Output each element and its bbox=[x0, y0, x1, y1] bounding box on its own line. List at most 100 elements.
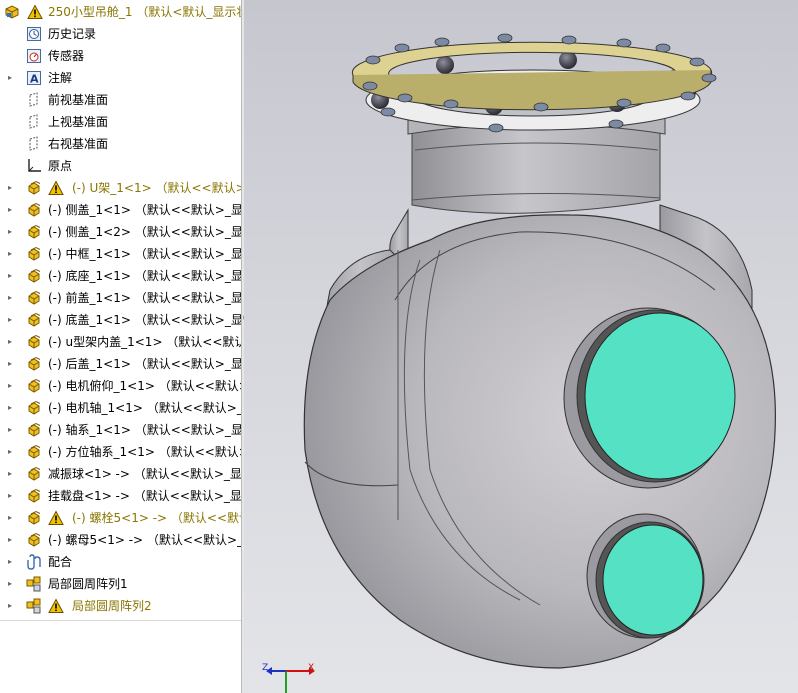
expand-arrow-icon[interactable]: ▸ bbox=[6, 199, 14, 221]
expand-arrow-icon[interactable]: ▸ bbox=[6, 507, 14, 529]
mate-icon bbox=[26, 554, 42, 570]
expand-arrow-icon[interactable]: ▸ bbox=[6, 309, 14, 331]
pattern-icon bbox=[26, 576, 42, 592]
tree-item-label: (-) 底座_1<1> （默认<<默认>_显示 bbox=[48, 269, 241, 283]
tree-item-label: (-) 螺栓5<1> -> （默认<<默认>_显 bbox=[72, 511, 241, 525]
tree-item-circular-pattern-2[interactable]: ▸ 局部圆周阵列2 bbox=[0, 595, 241, 617]
warning-icon bbox=[27, 4, 43, 20]
tree-item-label: 注解 bbox=[48, 71, 73, 85]
tree-item-label: 局部圆周阵列1 bbox=[48, 577, 128, 591]
tree-item-right-plane[interactable]: 右视基准面 bbox=[0, 133, 241, 155]
tree-item-label: (-) 电机俯仰_1<1> （默认<<默认>_显 bbox=[48, 379, 241, 393]
part-icon bbox=[26, 510, 42, 526]
part-icon bbox=[26, 488, 42, 504]
expand-arrow-icon[interactable]: ▸ bbox=[6, 221, 14, 243]
tree-item-label: (-) 方位轴系_1<1> （默认<<默认>_显 bbox=[48, 445, 241, 459]
expand-arrow-icon[interactable]: ▸ bbox=[6, 419, 14, 441]
expand-arrow-icon[interactable]: ▸ bbox=[6, 287, 14, 309]
tree-item-label: 前视基准面 bbox=[48, 93, 109, 107]
sensor-icon bbox=[26, 48, 42, 64]
tree-item-front-cover[interactable]: ▸ (-) 前盖_1<1> （默认<<默认>_显示 bbox=[0, 287, 241, 309]
tree-item-label: (-) 轴系_1<1> （默认<<默认>_显示 bbox=[48, 423, 241, 437]
expand-arrow-icon[interactable]: ▸ bbox=[6, 353, 14, 375]
tree-item-label: 局部圆周阵列2 bbox=[72, 599, 152, 613]
tree-item-annotations[interactable]: ▸ A 注解 bbox=[0, 67, 241, 89]
expand-arrow-icon[interactable]: ▸ bbox=[6, 331, 14, 353]
plane-icon bbox=[26, 92, 42, 108]
part-icon bbox=[26, 422, 42, 438]
part-icon bbox=[26, 202, 42, 218]
tree-item-mount-plate[interactable]: ▸ 挂载盘<1> -> （默认<<默认>_显示 bbox=[0, 485, 241, 507]
history-icon bbox=[26, 26, 42, 42]
tree-item-front-plane[interactable]: 前视基准面 bbox=[0, 89, 241, 111]
tree-item-u-inner-cover[interactable]: ▸ (-) u型架内盖_1<1> （默认<<默认> bbox=[0, 331, 241, 353]
tree-item-side-cover-1[interactable]: ▸ (-) 侧盖_1<1> （默认<<默认>_显示 bbox=[0, 199, 241, 221]
tree-item-label: 挂载盘<1> -> （默认<<默认>_显示 bbox=[48, 489, 241, 503]
tree-item-azimuth-shaft[interactable]: ▸ (-) 方位轴系_1<1> （默认<<默认>_显 bbox=[0, 441, 241, 463]
part-icon bbox=[26, 268, 42, 284]
plane-icon bbox=[26, 136, 42, 152]
expand-arrow-icon[interactable]: ▸ bbox=[6, 177, 14, 199]
expand-arrow-icon[interactable]: ▸ bbox=[6, 375, 14, 397]
annotation-icon: A bbox=[26, 70, 42, 86]
part-icon bbox=[26, 466, 42, 482]
tree-item-top-plane[interactable]: 上视基准面 bbox=[0, 111, 241, 133]
tree-item-label: 传感器 bbox=[48, 49, 85, 63]
part-icon bbox=[26, 312, 42, 328]
tree-item-label: 250小型吊舱_1 （默认<默认_显示状 bbox=[48, 5, 241, 19]
tree-item-base[interactable]: ▸ (-) 底座_1<1> （默认<<默认>_显示 bbox=[0, 265, 241, 287]
tree-item-history[interactable]: 历史记录 bbox=[0, 23, 241, 45]
part-icon bbox=[26, 224, 42, 240]
expand-arrow-icon[interactable]: ▸ bbox=[6, 485, 14, 507]
part-icon bbox=[26, 356, 42, 372]
svg-text:A: A bbox=[30, 73, 39, 86]
tree-item-origin[interactable]: 原点 bbox=[0, 155, 241, 177]
graphics-viewport[interactable]: X Z bbox=[244, 0, 798, 693]
part-icon bbox=[26, 290, 42, 306]
origin-icon bbox=[26, 158, 42, 174]
tree-item-sensors[interactable]: 传感器 bbox=[0, 45, 241, 67]
tree-item-label: 配合 bbox=[48, 555, 73, 569]
tree-item-side-cover-2[interactable]: ▸ (-) 侧盖_1<2> （默认<<默认>_显示 bbox=[0, 221, 241, 243]
triad-z-label: Z bbox=[262, 663, 269, 673]
tree-item-mid-frame[interactable]: ▸ (-) 中框_1<1> （默认<<默认>_显示 bbox=[0, 243, 241, 265]
expand-arrow-icon[interactable]: ▸ bbox=[6, 463, 14, 485]
tree-item-shaft-system[interactable]: ▸ (-) 轴系_1<1> （默认<<默认>_显示 bbox=[0, 419, 241, 441]
expand-arrow-icon[interactable]: ▸ bbox=[6, 441, 14, 463]
tree-item-label: (-) 前盖_1<1> （默认<<默认>_显示 bbox=[48, 291, 241, 305]
part-icon bbox=[26, 444, 42, 460]
expand-arrow-icon[interactable]: ▸ bbox=[6, 265, 14, 287]
tree-item-label: 右视基准面 bbox=[48, 137, 109, 151]
tree-item-label: 上视基准面 bbox=[48, 115, 109, 129]
tree-item-bolt[interactable]: ▸ (-) 螺栓5<1> -> （默认<<默认>_显 bbox=[0, 507, 241, 529]
tree-item-rear-cover[interactable]: ▸ (-) 后盖_1<1> （默认<<默认>_显示 bbox=[0, 353, 241, 375]
expand-arrow-icon[interactable]: ▸ bbox=[6, 595, 14, 617]
tree-item-circular-pattern-1[interactable]: ▸ 局部圆周阵列1 bbox=[0, 573, 241, 595]
tree-item-root[interactable]: 250小型吊舱_1 （默认<默认_显示状 bbox=[0, 1, 241, 23]
tree-item-mates[interactable]: ▸ 配合 bbox=[0, 551, 241, 573]
model-view[interactable] bbox=[244, 0, 798, 693]
expand-arrow-icon[interactable]: ▸ bbox=[6, 529, 14, 551]
assembly-icon bbox=[4, 4, 20, 20]
tree-item-label: 历史记录 bbox=[48, 27, 97, 41]
main-lens bbox=[584, 312, 736, 480]
tree-item-damper-ball[interactable]: ▸ 减振球<1> -> （默认<<默认>_显示 bbox=[0, 463, 241, 485]
part-icon bbox=[26, 400, 42, 416]
tree-item-motor-pitch[interactable]: ▸ (-) 电机俯仰_1<1> （默认<<默认>_显 bbox=[0, 375, 241, 397]
tree-item-nut[interactable]: ▸ (-) 螺母5<1> -> （默认<<默认>_显示 bbox=[0, 529, 241, 551]
tree-bottom-divider bbox=[0, 620, 241, 621]
tree-item-motor-shaft[interactable]: ▸ (-) 电机轴_1<1> （默认<<默认>_显示 bbox=[0, 397, 241, 419]
expand-arrow-icon[interactable]: ▸ bbox=[6, 243, 14, 265]
tree-item-label: (-) 中框_1<1> （默认<<默认>_显示 bbox=[48, 247, 241, 261]
tree-item-u-frame[interactable]: ▸ (-) U架_1<1> （默认<<默认>_显 bbox=[0, 177, 241, 199]
tree-item-label: (-) u型架内盖_1<1> （默认<<默认> bbox=[48, 335, 241, 349]
tree-item-label: (-) 后盖_1<1> （默认<<默认>_显示 bbox=[48, 357, 241, 371]
tree-item-bottom-cover[interactable]: ▸ (-) 底盖_1<1> （默认<<默认>_显示 bbox=[0, 309, 241, 331]
tree-item-label: (-) 侧盖_1<1> （默认<<默认>_显示 bbox=[48, 203, 241, 217]
expand-arrow-icon[interactable]: ▸ bbox=[6, 573, 14, 595]
tree-item-label: (-) U架_1<1> （默认<<默认>_显 bbox=[72, 181, 241, 195]
expand-arrow-icon[interactable]: ▸ bbox=[6, 551, 14, 573]
expand-arrow-icon[interactable]: ▸ bbox=[6, 397, 14, 419]
tree-item-label: 原点 bbox=[48, 159, 73, 173]
expand-arrow-icon[interactable]: ▸ bbox=[6, 67, 14, 89]
